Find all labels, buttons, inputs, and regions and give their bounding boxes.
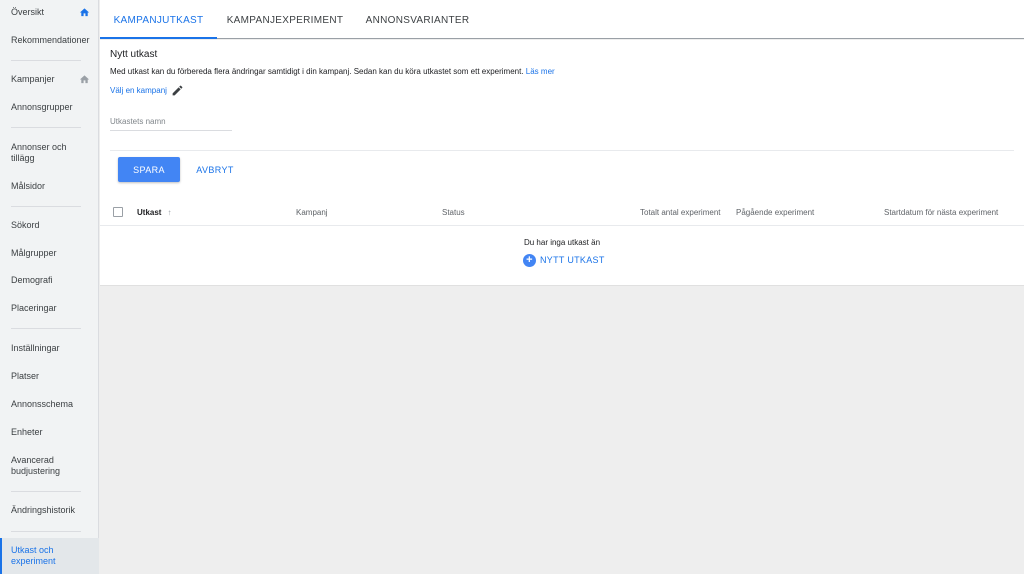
sidebar-item-utkast-och-experiment[interactable]: Utkast och experiment <box>0 538 99 574</box>
column-label: Utkast <box>137 208 162 217</box>
sidebar-item-label: Demografi <box>11 275 53 285</box>
sidebar-divider <box>11 206 81 207</box>
description-text: Med utkast kan du förbereda flera ändrin… <box>110 67 526 76</box>
sidebar-item-malsidor[interactable]: Målsidor <box>0 181 99 192</box>
sidebar-item-label: Platser <box>11 371 40 381</box>
tab-bar: KAMPANJUTKAST KAMPANJEXPERIMENT ANNONSVA… <box>100 0 1024 39</box>
sidebar-divider <box>11 328 81 329</box>
sidebar-item-label: Översikt <box>11 7 45 17</box>
tab-kampanjexperiment[interactable]: KAMPANJEXPERIMENT <box>220 0 350 39</box>
tab-annonsvarianter[interactable]: ANNONSVARIANTER <box>360 0 475 39</box>
divider <box>110 150 1014 151</box>
sort-arrow-up-icon: ↑ <box>167 208 172 217</box>
home-icon <box>79 74 91 85</box>
sidebar-item-label: Annonser och tillägg <box>11 142 67 163</box>
sidebar-item-label: Inställningar <box>11 343 60 353</box>
add-circle-icon: + <box>523 253 536 267</box>
sidebar-item-label: Annonsgrupper <box>11 102 73 112</box>
sidebar-item-label: Avancerad budjustering <box>11 455 61 476</box>
sidebar-item-malgrupper[interactable]: Målgrupper <box>0 248 99 259</box>
pencil-icon <box>171 84 184 97</box>
page-title: Nytt utkast <box>110 49 158 60</box>
sidebar-item-annonsschema[interactable]: Annonsschema <box>0 399 99 410</box>
new-draft-button[interactable]: + NYTT UTKAST <box>523 253 605 267</box>
sidebar-item-rekommendationer[interactable]: Rekommendationer <box>0 35 99 46</box>
sidebar-divider <box>11 127 81 128</box>
new-draft-label: NYTT UTKAST <box>540 255 605 265</box>
table-header: Utkast ↑ Kampanj Status Totalt antal expe… <box>100 202 1024 226</box>
sidebar-item-label: Målsidor <box>11 181 46 191</box>
tab-label: KAMPANJEXPERIMENT <box>226 15 344 26</box>
sidebar-item-platser[interactable]: Platser <box>0 371 99 382</box>
tab-label: KAMPANJUTKAST <box>113 15 204 26</box>
draft-description: Med utkast kan du förbereda flera ändrin… <box>110 67 555 76</box>
sidebar-item-label: Rekommendationer <box>11 35 90 45</box>
column-header-kampanj[interactable]: Kampanj <box>296 208 328 217</box>
sidebar-divider <box>11 491 81 492</box>
draft-name-input[interactable] <box>110 113 232 131</box>
sidebar-item-label: Placeringar <box>11 303 57 313</box>
learn-more-link[interactable]: Läs mer <box>526 67 555 76</box>
tab-kampanjutkast[interactable]: KAMPANJUTKAST <box>100 0 217 39</box>
column-header-utkast[interactable]: Utkast ↑ <box>137 208 171 217</box>
sidebar-item-demografi[interactable]: Demografi <box>0 275 99 286</box>
home-icon <box>79 7 91 18</box>
column-header-pagaende-experiment[interactable]: Pågående experiment <box>736 208 814 217</box>
sidebar-item-label: Kampanjer <box>11 74 55 84</box>
sidebar-item-label: Utkast och experiment <box>11 545 56 566</box>
sidebar-item-placeringar[interactable]: Placeringar <box>0 303 99 314</box>
sidebar-item-avancerad-budjustering[interactable]: Avancerad budjustering <box>0 455 99 477</box>
sidebar: Översikt Rekommendationer Kampanjer Anno… <box>0 0 99 574</box>
cancel-button[interactable]: AVBRYT <box>192 157 238 182</box>
sidebar-item-annonsgrupper[interactable]: Annonsgrupper <box>0 102 99 113</box>
sidebar-item-label: Enheter <box>11 427 43 437</box>
sidebar-divider <box>11 531 81 532</box>
sidebar-item-label: Sökord <box>11 220 40 230</box>
sidebar-item-label: Målgrupper <box>11 248 57 258</box>
tab-label: ANNONSVARIANTER <box>365 15 470 26</box>
sidebar-divider <box>11 60 81 61</box>
sidebar-item-annonser-och-tillagg[interactable]: Annonser och tillägg <box>0 142 99 164</box>
sidebar-item-label: Annonsschema <box>11 399 74 409</box>
choose-campaign-link[interactable]: Välj en kampanj <box>110 84 184 97</box>
sidebar-item-andringshistorik[interactable]: Ändringshistorik <box>0 505 99 516</box>
sidebar-item-installningar[interactable]: Inställningar <box>0 343 99 354</box>
sidebar-item-enheter[interactable]: Enheter <box>0 427 99 438</box>
sidebar-item-kampanjer[interactable]: Kampanjer <box>0 74 99 85</box>
save-button[interactable]: SPARA <box>118 157 180 182</box>
column-header-totalt-antal-experiment[interactable]: Totalt antal experiment <box>640 208 721 217</box>
draft-card: Nytt utkast Med utkast kan du förbereda … <box>100 40 1024 286</box>
select-all-checkbox[interactable] <box>113 207 123 217</box>
sidebar-item-label: Ändringshistorik <box>11 505 76 515</box>
column-header-startdatum[interactable]: Startdatum för nästa experiment <box>884 208 998 217</box>
choose-campaign-label: Välj en kampanj <box>110 86 167 95</box>
empty-state-text: Du har inga utkast än <box>523 238 601 247</box>
sidebar-item-oversikt[interactable]: Översikt <box>0 7 99 18</box>
column-header-status[interactable]: Status <box>442 208 465 217</box>
sidebar-item-sokord[interactable]: Sökord <box>0 220 99 231</box>
